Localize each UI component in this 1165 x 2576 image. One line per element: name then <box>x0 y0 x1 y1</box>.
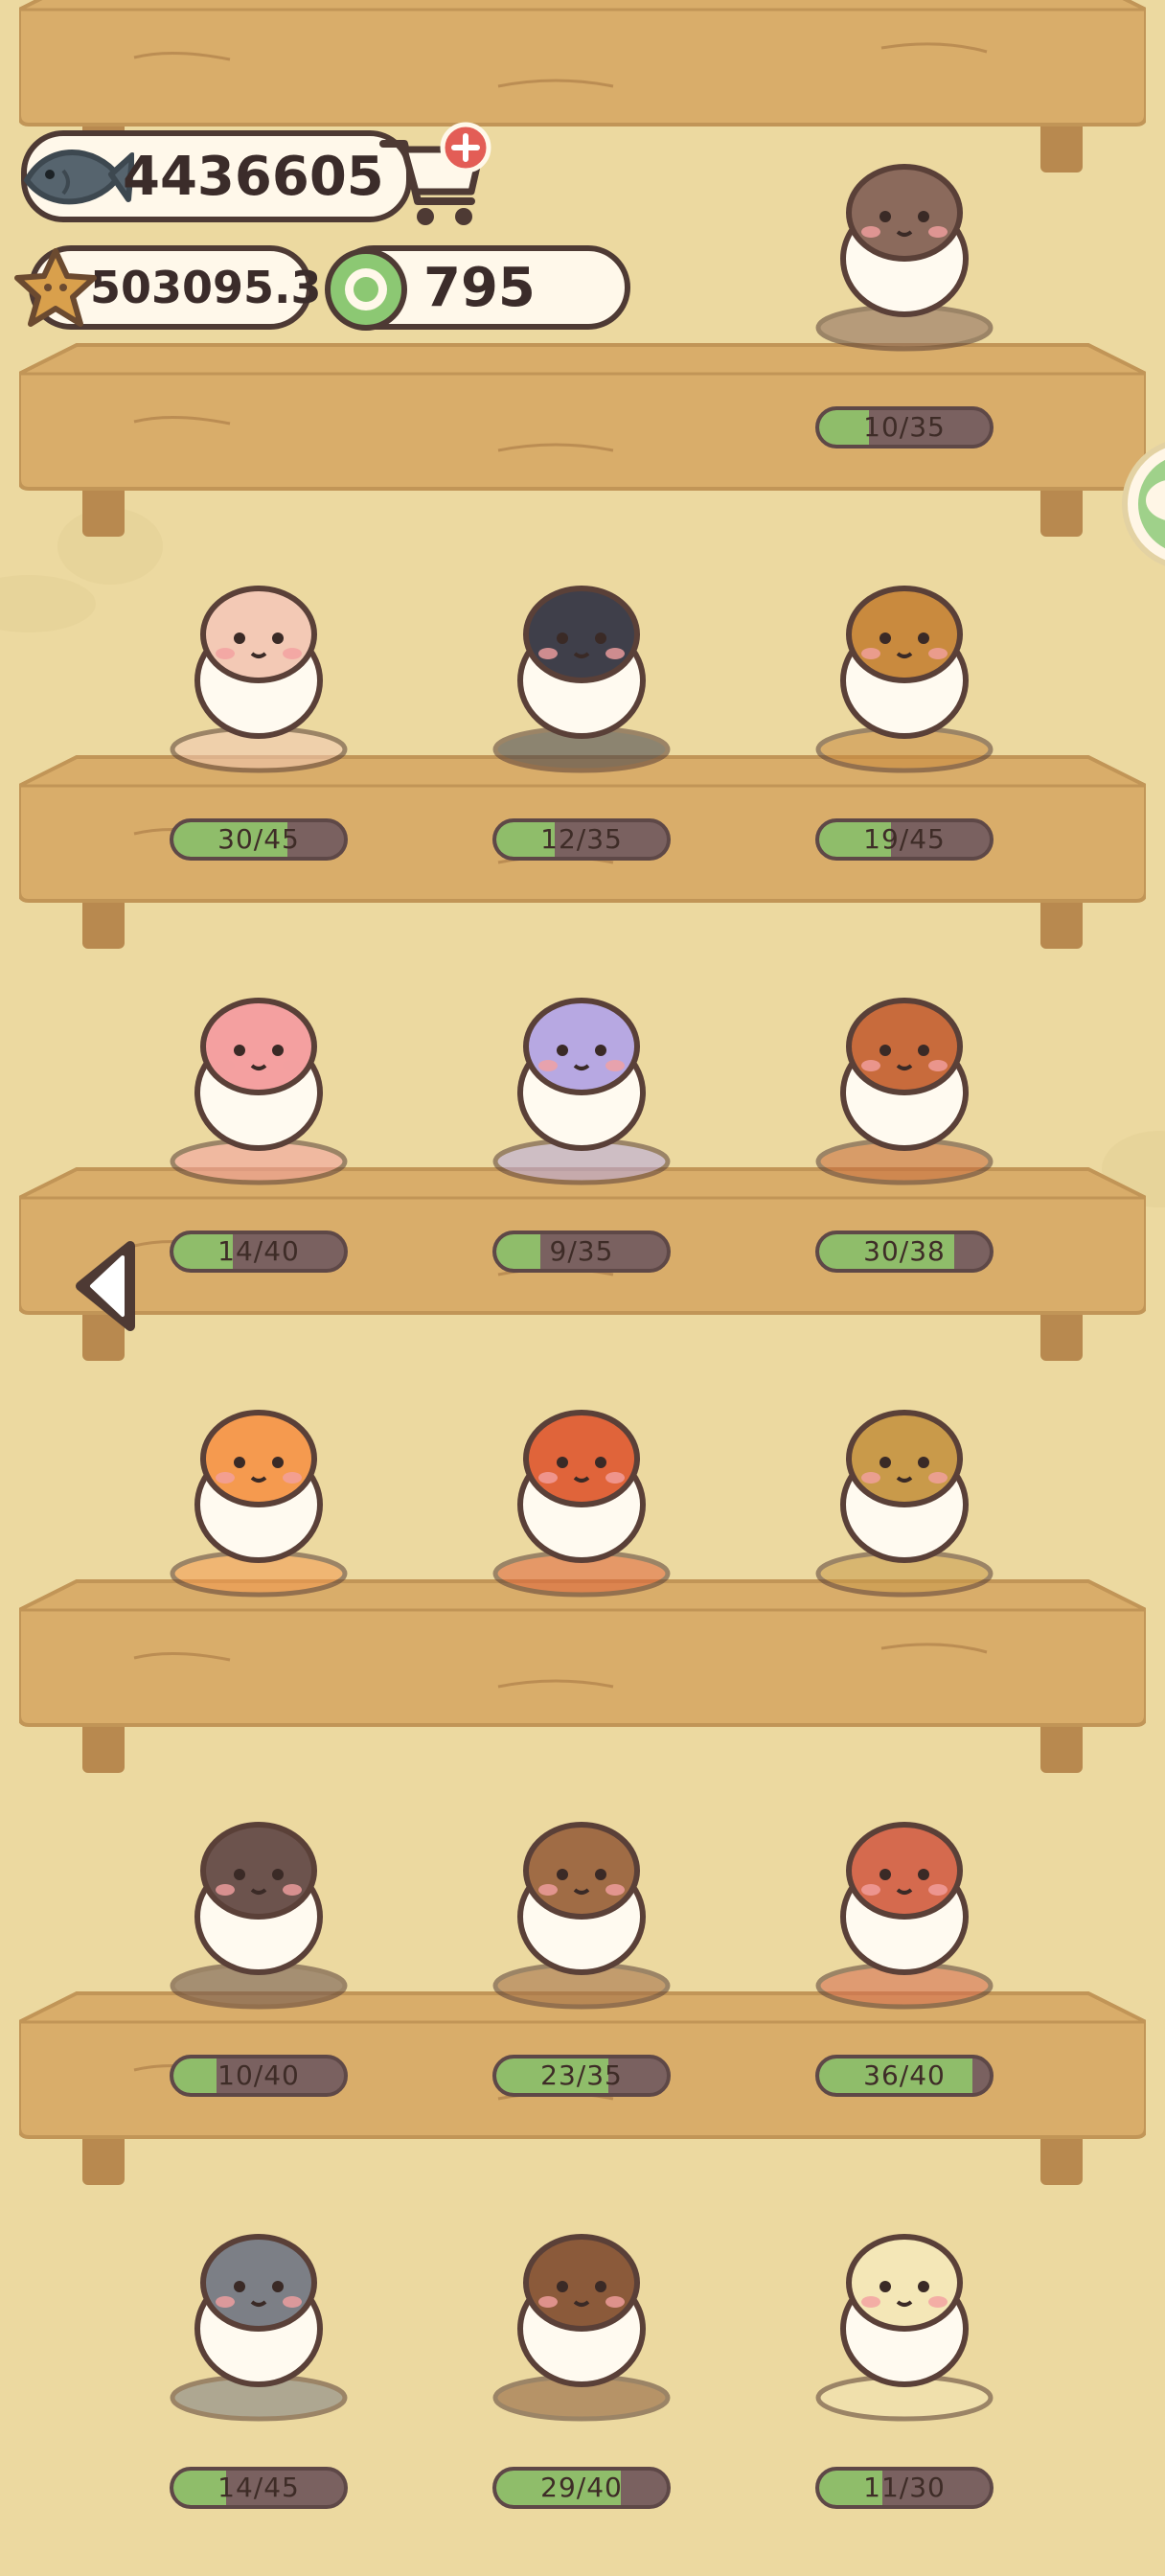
collection-progress-bar: 12/35 <box>492 818 671 861</box>
figure-volleyball-lynx[interactable] <box>794 1370 1015 1600</box>
back-arrow-button[interactable] <box>73 1236 142 1336</box>
progress-label: 30/45 <box>217 823 300 855</box>
collection-progress-bar: 14/40 <box>170 1230 348 1273</box>
chat-button[interactable] <box>1117 437 1165 571</box>
progress-label: 19/45 <box>863 823 946 855</box>
chat-bubble-icon <box>1122 442 1165 566</box>
collection-progress-bar: 9/35 <box>492 1230 671 1273</box>
coin-amount: 795 <box>423 256 536 319</box>
fish-amount: 4436605 <box>123 145 384 208</box>
collection-progress-bar: 29/40 <box>492 2467 671 2509</box>
figure-jester-cat[interactable] <box>794 1782 1015 2012</box>
progress-label: 10/40 <box>217 2059 300 2091</box>
figure-cowboy-cat[interactable] <box>471 1782 692 2012</box>
collection-progress-bar: 11/30 <box>815 2467 994 2509</box>
star-amount: 503095.3 <box>90 262 322 313</box>
collection-progress-bar: 10/40 <box>170 2055 348 2097</box>
progress-label: 23/35 <box>540 2059 623 2091</box>
progress-label: 10/35 <box>863 411 946 443</box>
progress-label: 11/30 <box>863 2472 946 2503</box>
progress-label: 30/38 <box>863 1235 946 1267</box>
figure-panda-gold[interactable] <box>794 958 1015 1188</box>
figure-flower-lion[interactable] <box>471 2195 692 2425</box>
figure-bunny-chair[interactable] <box>148 1370 369 1600</box>
figure-candy-cane-dog[interactable] <box>794 125 1015 355</box>
shop-button[interactable] <box>376 121 494 234</box>
progress-label: 14/45 <box>217 2472 300 2503</box>
fish-currency-counter: 4436605 <box>21 130 412 222</box>
collection-progress-bar: 30/38 <box>815 1230 994 1273</box>
shop-cart-plus-icon <box>379 122 491 225</box>
figure-nurse-cat[interactable] <box>148 958 369 1188</box>
background-blob <box>0 575 96 632</box>
progress-label: 14/40 <box>217 1235 300 1267</box>
collection-progress-bar: 23/35 <box>492 2055 671 2097</box>
collection-progress-bar: 14/45 <box>170 2467 348 2509</box>
progress-label: 36/40 <box>863 2059 946 2091</box>
figure-toy-penguin[interactable] <box>471 546 692 776</box>
figure-lion-dog[interactable] <box>794 546 1015 776</box>
fish-icon <box>23 150 134 205</box>
progress-label: 12/35 <box>540 823 623 855</box>
figure-tophat-raccoon[interactable] <box>148 1782 369 2012</box>
collection-progress-bar: 30/45 <box>170 818 348 861</box>
figure-koala-cloud[interactable] <box>471 958 692 1188</box>
progress-label: 29/40 <box>540 2472 623 2503</box>
star-cookie-icon <box>14 248 97 327</box>
collection-progress-bar: 19/45 <box>815 818 994 861</box>
figure-baker-bear[interactable] <box>794 2195 1015 2425</box>
figure-lemonade-cat[interactable] <box>148 546 369 776</box>
green-coin-icon <box>325 248 407 331</box>
progress-label: 9/35 <box>549 1235 614 1267</box>
wooden-shelf <box>19 0 1146 172</box>
collection-progress-bar: 36/40 <box>815 2055 994 2097</box>
collection-progress-bar: 10/35 <box>815 406 994 448</box>
left-arrow-icon <box>76 1241 135 1331</box>
figure-bride-wolf[interactable] <box>148 2195 369 2425</box>
figure-tomato-dog[interactable] <box>471 1370 692 1600</box>
